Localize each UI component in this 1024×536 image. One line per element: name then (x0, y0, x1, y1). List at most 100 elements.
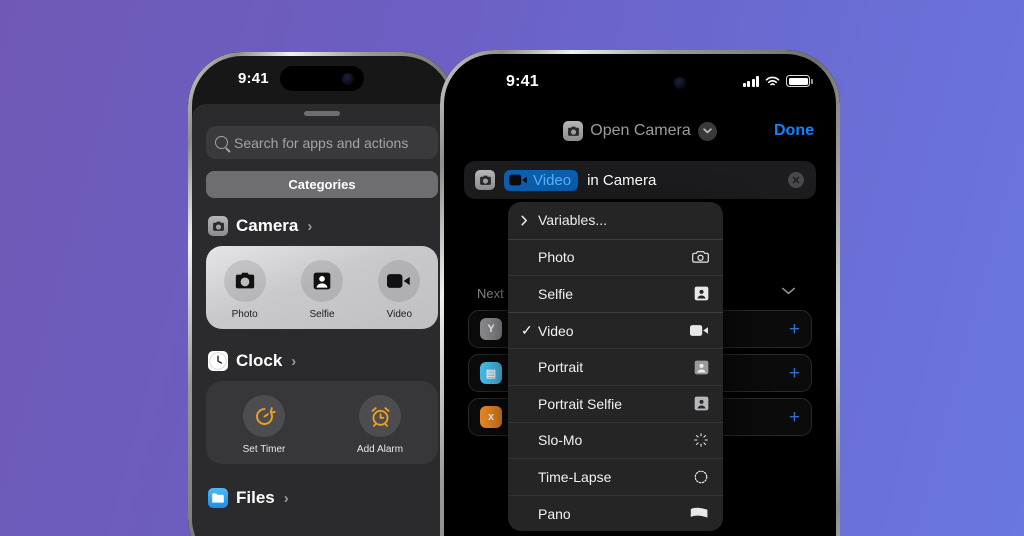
action-photo[interactable]: Photo (206, 260, 283, 320)
action-set-timer[interactable]: Set Timer (206, 395, 322, 455)
close-icon[interactable]: ✕ (788, 172, 804, 188)
action-selfie[interactable]: Selfie (283, 260, 360, 320)
timer-icon (243, 395, 285, 437)
camera-mode-token[interactable]: Video (504, 169, 579, 191)
action-label: Selfie (309, 309, 335, 320)
person-portrait-icon (300, 260, 343, 302)
chevron-right-icon (521, 215, 528, 226)
screenshot-canvas: 9:41 Search for apps and actions Categor… (0, 0, 1024, 536)
menu-item-label: Slo-Mo (538, 432, 583, 449)
section-header-camera[interactable]: Camera › (208, 216, 452, 236)
menu-item-selfie[interactable]: Selfie (508, 275, 723, 312)
action-label: Photo (231, 309, 258, 320)
video-camera-icon (378, 260, 421, 302)
chevron-right-icon: › (291, 352, 297, 370)
chevron-down-icon[interactable] (781, 287, 796, 295)
status-bar: 9:41 (192, 56, 452, 104)
section-header-files[interactable]: Files › (208, 488, 452, 508)
menu-item-label: Time-Lapse (538, 468, 612, 485)
dynamic-island (584, 67, 696, 99)
status-time: 9:41 (238, 70, 269, 87)
camera-mode-dropdown-menu: Variables... Photo Selfie ✓ Video Portra… (508, 202, 723, 532)
background-phone: 9:41 Search for apps and actions Categor… (188, 52, 456, 536)
timelapse-icon (690, 468, 709, 485)
status-time: 9:41 (506, 73, 539, 90)
front-camera-lens (674, 77, 686, 89)
menu-item-pano[interactable]: Pano (508, 494, 723, 532)
action-label: Set Timer (242, 444, 286, 455)
battery-icon (786, 75, 813, 87)
add-action-button[interactable]: + (789, 320, 800, 339)
pano-icon (690, 505, 709, 522)
alarm-clock-icon (359, 395, 401, 437)
menu-item-label: Variables... (538, 212, 607, 229)
person-portrait-icon (690, 285, 709, 302)
check-icon: ✓ (521, 322, 533, 339)
nav-bar: Open Camera Done (444, 112, 836, 150)
add-action-button[interactable]: + (789, 408, 800, 427)
app-icon: Y (480, 318, 502, 340)
menu-item-portrait[interactable]: Portrait (508, 348, 723, 385)
status-bar: 9:41 (444, 54, 836, 112)
video-camera-icon (690, 322, 709, 339)
menu-item-photo[interactable]: Photo (508, 238, 723, 276)
menu-item-video[interactable]: ✓ Video (508, 311, 723, 349)
categories-chip[interactable]: Categories (206, 171, 438, 198)
slomo-icon (690, 432, 709, 449)
menu-item-label: Portrait Selfie (538, 395, 623, 412)
token-label: Video (533, 171, 572, 189)
menu-item-label: Pano (538, 505, 571, 522)
shortcut-action-row[interactable]: Video in Camera ✕ (464, 161, 816, 199)
camera-app-icon (475, 170, 495, 190)
video-camera-icon (509, 174, 528, 186)
front-camera-lens (342, 72, 354, 85)
sheet-grabber[interactable] (304, 111, 340, 116)
cellular-icon (742, 75, 759, 87)
action-suffix-text: in Camera (587, 171, 657, 189)
dynamic-island (280, 66, 364, 91)
filter-chip-row: Categories (206, 171, 438, 198)
background-phone-screen: 9:41 Search for apps and actions Categor… (192, 56, 452, 536)
action-picker-sheet: Search for apps and actions Categories C… (192, 104, 452, 536)
clock-app-icon (208, 351, 228, 371)
app-icon: ▤ (480, 362, 502, 384)
page-title: Open Camera (590, 122, 691, 139)
action-label: Video (386, 309, 413, 320)
menu-item-variables[interactable]: Variables... (508, 202, 723, 239)
section-title: Camera (236, 216, 299, 235)
clock-actions-card: Set Timer Add Alarm (206, 381, 438, 464)
menu-item-label: Selfie (538, 285, 574, 302)
camera-icon (690, 249, 709, 266)
section-title: Files (236, 488, 275, 507)
menu-item-time-lapse[interactable]: Time-Lapse (508, 458, 723, 495)
chevron-right-icon: › (283, 489, 289, 507)
menu-item-portrait-selfie[interactable]: Portrait Selfie (508, 384, 723, 422)
status-indicators (742, 75, 813, 87)
files-app-icon (208, 488, 228, 508)
menu-item-label: Portrait (538, 359, 584, 376)
search-icon (215, 136, 228, 149)
action-video[interactable]: Video (361, 260, 438, 320)
camera-actions-card: Photo Selfie Video (206, 246, 438, 329)
done-button[interactable]: Done (774, 122, 814, 140)
portrait-icon (690, 359, 709, 376)
menu-item-slo-mo[interactable]: Slo-Mo (508, 421, 723, 459)
camera-icon (223, 260, 266, 302)
add-action-button[interactable]: + (789, 364, 800, 383)
camera-app-icon (563, 121, 584, 141)
wifi-icon (765, 76, 780, 87)
search-placeholder: Search for apps and actions (234, 134, 409, 151)
section-title: Clock (236, 351, 283, 370)
chevron-right-icon: › (307, 217, 313, 235)
camera-app-icon (208, 216, 228, 236)
section-header-clock[interactable]: Clock › (208, 351, 452, 371)
chevron-down-icon[interactable] (697, 121, 717, 141)
action-label: Add Alarm (356, 444, 404, 455)
next-section-label: Next (477, 286, 504, 301)
search-input[interactable]: Search for apps and actions (206, 126, 438, 159)
app-icon: x (480, 406, 502, 428)
action-add-alarm[interactable]: Add Alarm (322, 395, 438, 455)
menu-item-label: Photo (538, 249, 575, 266)
portrait-selfie-icon (690, 395, 709, 412)
menu-item-label: Video (538, 322, 574, 339)
